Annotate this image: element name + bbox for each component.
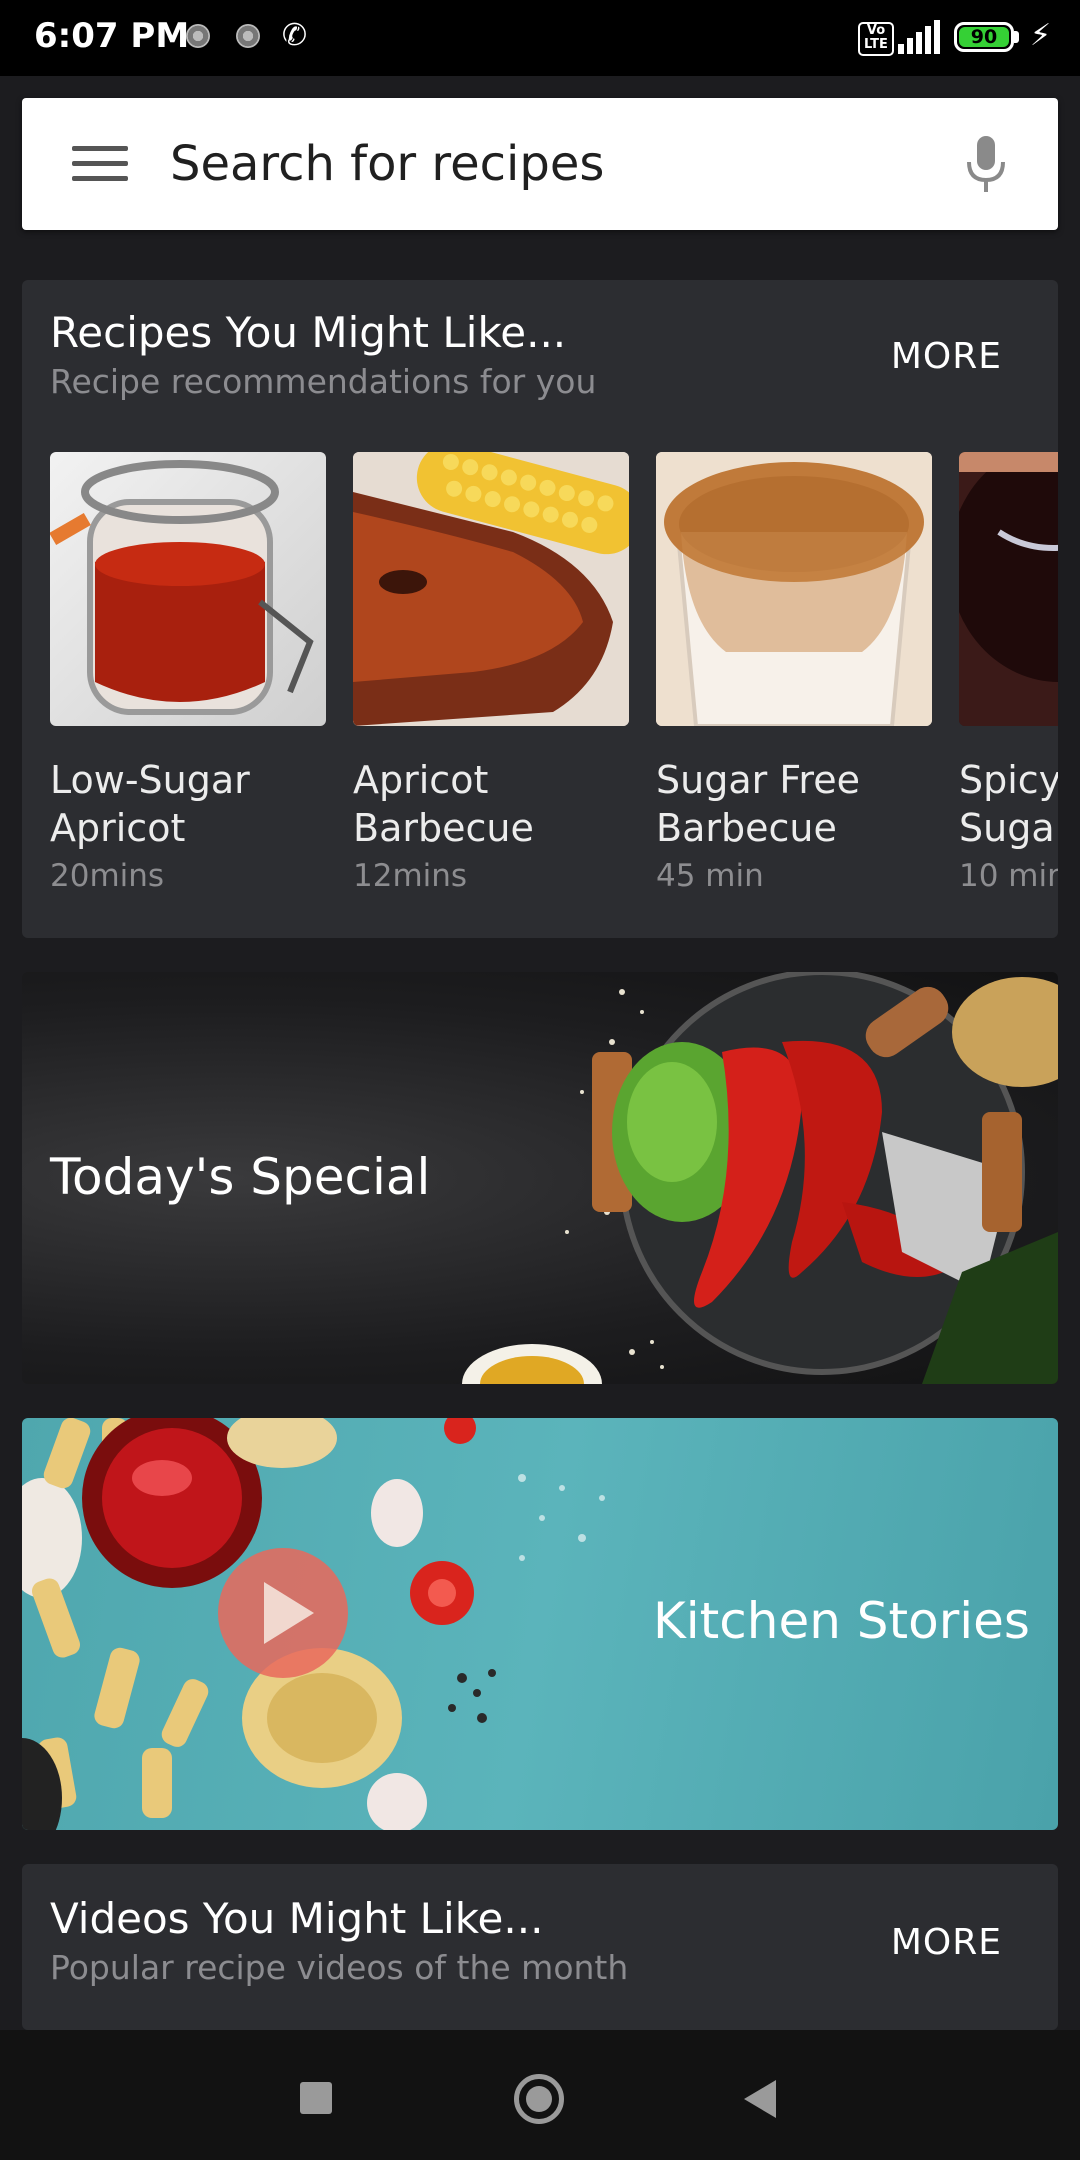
recipe-name: Apricot Barbecue	[353, 756, 629, 852]
recipe-name: Sugar Free Barbecue	[656, 756, 932, 852]
banner-title: Today's Special	[50, 1148, 431, 1206]
recipe-image[interactable]	[50, 452, 326, 726]
recipe-name-line1: Spicy	[959, 758, 1058, 802]
battery-icon: 90	[954, 22, 1014, 52]
section-subtitle: Recipe recommendations for you	[50, 362, 597, 401]
recipe-name-line1: Sugar Free	[656, 758, 860, 802]
recipe-name-line2: Barbecue	[353, 806, 534, 850]
recipe-name-line1: Apricot	[353, 758, 489, 802]
recipe-card[interactable]: Sugar Free Barbecue 45 min	[656, 452, 932, 894]
recommendations-card: Recipes You Might Like... Recipe recomme…	[22, 280, 1058, 938]
volte-icon: Vo LTE	[858, 22, 894, 56]
menu-icon[interactable]	[72, 146, 128, 182]
recipe-time: 12mins	[353, 858, 468, 894]
recipe-name: Spicy Suga	[959, 756, 1058, 852]
recipe-card[interactable]: Apricot Barbecue 12mins	[353, 452, 629, 894]
kitchen-stories-banner[interactable]: Kitchen Stories	[22, 1418, 1058, 1830]
search-bar[interactable]: Search for recipes	[22, 98, 1058, 230]
back-button[interactable]	[744, 2080, 776, 2118]
section-title: Videos You Might Like...	[50, 1894, 544, 1943]
home-button[interactable]	[514, 2074, 564, 2124]
notification-icon	[186, 24, 210, 48]
notification-icon	[236, 24, 260, 48]
banner-title: Kitchen Stories	[652, 1592, 1030, 1650]
section-title: Recipes You Might Like...	[50, 308, 567, 357]
recipe-image[interactable]	[353, 452, 629, 726]
missed-call-icon: ✆	[282, 18, 308, 53]
microphone-icon[interactable]	[964, 136, 1008, 194]
status-time: 6:07 PM	[34, 16, 190, 56]
recipe-time: 10 min	[959, 858, 1058, 894]
battery-level: 90	[959, 27, 1009, 47]
recipe-name-line2: Barbecue	[656, 806, 837, 850]
navigation-bar	[0, 2030, 1080, 2160]
more-button[interactable]: MORE	[891, 336, 1002, 377]
recipe-time: 45 min	[656, 858, 764, 894]
recipe-carousel[interactable]: Low-Sugar Apricot 20mins Apricot Barbecu…	[50, 452, 1058, 894]
todays-special-banner[interactable]: Today's Special	[22, 972, 1058, 1384]
search-input[interactable]: Search for recipes	[170, 136, 604, 192]
recipe-image[interactable]	[656, 452, 932, 726]
charging-icon: ⚡	[1030, 18, 1052, 53]
recipe-name: Low-Sugar Apricot	[50, 756, 326, 852]
recipe-card[interactable]: Spicy Suga 10 min	[959, 452, 1058, 894]
recipe-name-line2: Apricot	[50, 806, 186, 850]
recents-button[interactable]	[300, 2082, 332, 2114]
section-subtitle: Popular recipe videos of the month	[50, 1948, 629, 1987]
videos-card: Videos You Might Like... Popular recipe …	[22, 1864, 1058, 2030]
signal-icon	[898, 20, 940, 54]
recipe-card[interactable]: Low-Sugar Apricot 20mins	[50, 452, 326, 894]
recipe-name-line2: Suga	[959, 806, 1055, 850]
play-button[interactable]	[218, 1548, 348, 1678]
more-button[interactable]: MORE	[891, 1922, 1002, 1963]
play-icon	[264, 1582, 314, 1644]
recipe-time: 20mins	[50, 858, 165, 894]
status-bar: 6:07 PM ✆ Vo LTE 90 ⚡	[0, 0, 1080, 76]
battery-tip	[1014, 31, 1019, 43]
recipe-name-line1: Low-Sugar	[50, 758, 250, 802]
recipe-image[interactable]	[959, 452, 1058, 726]
